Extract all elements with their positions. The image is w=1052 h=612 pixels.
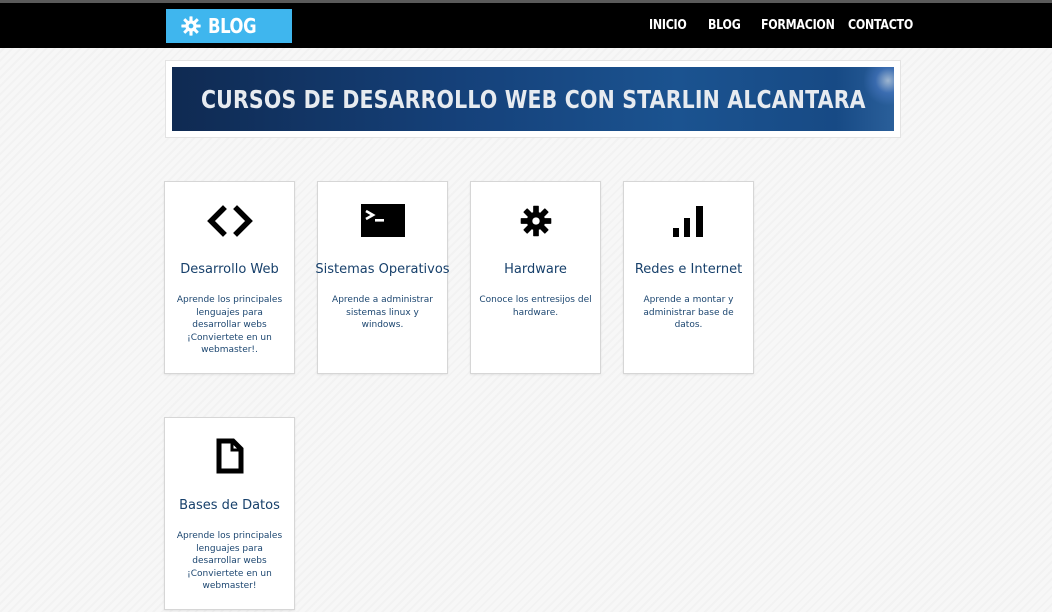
nav-inicio[interactable]: INICIO: [649, 3, 693, 48]
card-title: Desarrollo Web: [180, 262, 279, 277]
gear-icon: [181, 16, 201, 36]
nav-link-label[interactable]: BLOG: [708, 18, 741, 33]
nav-formacion[interactable]: FORMACION: [761, 3, 848, 48]
card-sistemas-operativos[interactable]: Sistemas Operativos Aprende a administra…: [315, 181, 450, 374]
terminal-icon: [360, 204, 405, 237]
card-bases-de-datos[interactable]: Bases de Datos Aprende los principales l…: [164, 417, 295, 610]
signal-bars-icon: [672, 206, 703, 237]
card-redes-internet[interactable]: Redes e Internet Aprende a montar y admi…: [623, 181, 754, 374]
code-icon: [206, 205, 253, 237]
card-description: Aprende a administrar sistemas linux y w…: [332, 295, 433, 330]
card-description: Aprende a montar y administrar base de d…: [643, 295, 734, 330]
card-description: Conoce los entresijos del hardware.: [479, 295, 592, 318]
nav-blog[interactable]: BLOG: [708, 3, 746, 48]
card-title: Redes e Internet: [634, 262, 743, 277]
card-title: Sistemas Operativos: [315, 262, 450, 277]
card-description: Aprende los principales lenguajes para d…: [176, 531, 283, 591]
card-desarrollo-web[interactable]: Desarrollo Web Aprende los principales l…: [164, 181, 295, 374]
nav-contacto[interactable]: CONTACTO: [848, 3, 924, 48]
nav-link-label[interactable]: FORMACION: [761, 18, 835, 33]
card-hardware[interactable]: Hardware Conoce los entresijos del hardw…: [470, 181, 601, 374]
document-icon: [216, 438, 243, 474]
blog-logo[interactable]: BLOG: [166, 9, 292, 43]
gear-icon: [520, 205, 551, 237]
top-navbar: BLOG INICIO BLOG FORMACION CONTACTO: [0, 3, 1052, 48]
nav-link-label[interactable]: INICIO: [649, 18, 687, 33]
banner-container: CURSOS DE DESARROLLO WEB CON STARLIN ALC…: [165, 60, 901, 138]
card-title: Hardware: [504, 262, 567, 277]
logo-text: BLOG: [208, 14, 257, 38]
banner-title: CURSOS DE DESARROLLO WEB CON STARLIN ALC…: [200, 84, 866, 114]
card-title: Bases de Datos: [179, 498, 280, 513]
nav-link-label[interactable]: CONTACTO: [848, 18, 913, 33]
card-description: Aprende los principales lenguajes para d…: [176, 295, 283, 355]
banner-image: CURSOS DE DESARROLLO WEB CON STARLIN ALC…: [172, 67, 894, 131]
